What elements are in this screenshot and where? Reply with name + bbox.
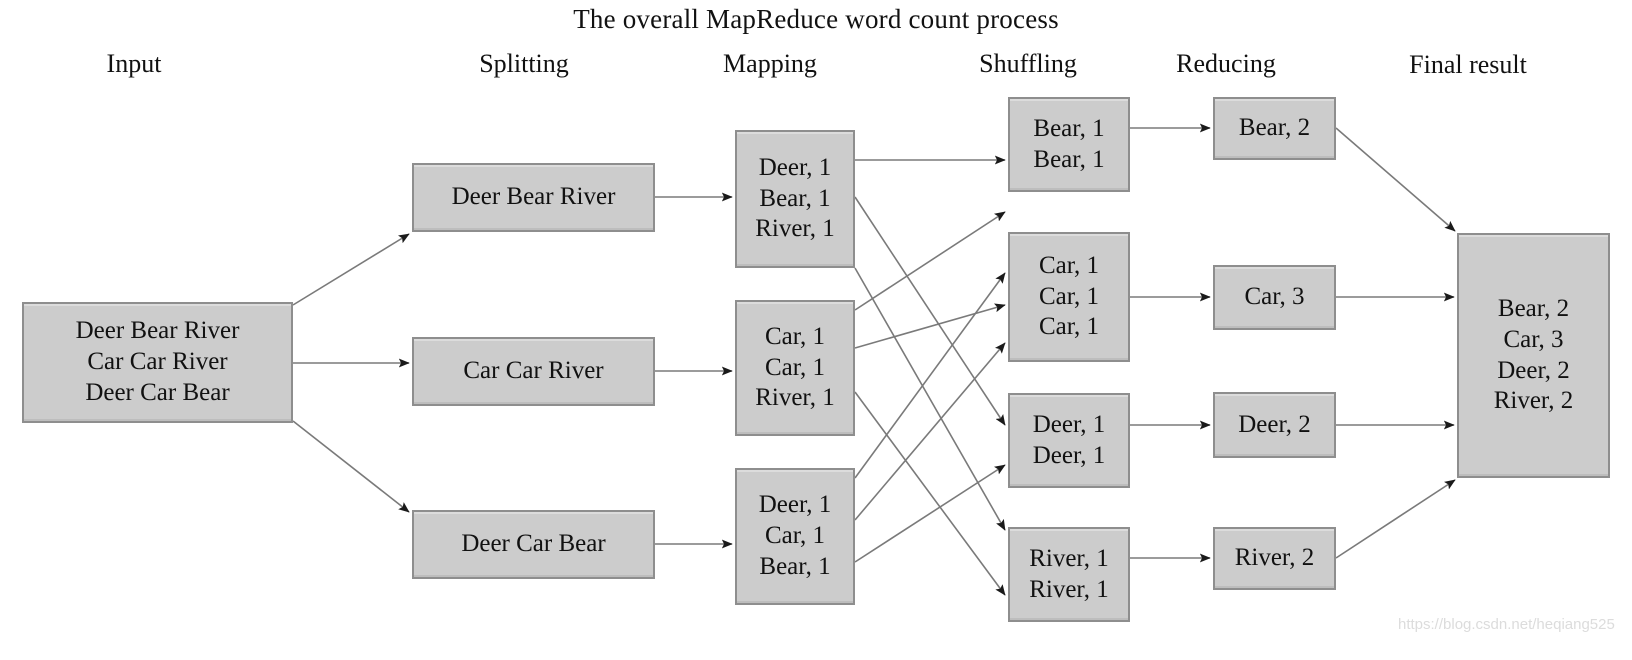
node-line: Car, 1: [1038, 251, 1100, 279]
node-line: Bear, 1: [759, 184, 831, 212]
node-line: Car, 1: [1038, 282, 1100, 310]
node-line: Car Car River: [463, 357, 604, 385]
arrow-map-1-river-to-shuffle-river: [854, 267, 1006, 531]
arrow-map-2-river-to-shuffle-river: [854, 391, 1006, 596]
node-line: Car, 1: [764, 353, 826, 381]
arrow-map-3-car-to-shuffle-car: [854, 342, 1006, 521]
node-line: Deer Bear River: [451, 183, 616, 211]
shuffling-box-1: Bear, 1 Bear, 1: [1008, 97, 1130, 192]
diagram-title: The overall MapReduce word count process: [573, 4, 1059, 34]
node-line: Deer, 1: [1032, 441, 1106, 469]
final-result-box: Bear, 2 Car, 3 Deer, 2 River, 2: [1457, 233, 1610, 478]
node-line: Bear, 1: [1033, 145, 1105, 173]
node-line: Bear, 1: [759, 552, 831, 580]
arrow-input-to-split-1: [292, 233, 410, 306]
node-line: River, 1: [1029, 544, 1109, 572]
arrow-map-2-car-b-to-shuffle-car: [854, 303, 1006, 349]
shuffling-box-2: Car, 1 Car, 1 Car, 1: [1008, 232, 1130, 362]
shuffling-box-4: River, 1 River, 1: [1008, 527, 1130, 622]
node-line: Bear, 1: [1033, 114, 1105, 142]
node-line: Bear, 2: [1497, 295, 1570, 322]
input-box: Deer Bear River Car Car River Deer Car Bea…: [22, 302, 293, 423]
node-line: Deer Bear River: [75, 317, 240, 345]
node-line: River, 2: [1493, 387, 1574, 415]
shuffling-box-3: Deer, 1 Deer, 1: [1008, 393, 1130, 488]
node-line: River, 2: [1234, 544, 1315, 572]
mapping-box-1: Deer, 1 Bear, 1 River, 1: [735, 130, 855, 268]
mapping-box-3: Deer, 1 Car, 1 Bear, 1: [735, 468, 855, 605]
arrow-map-2-car-a-to-shuffle-car: [854, 211, 1006, 311]
splitting-box-2: Car Car River: [412, 337, 655, 406]
node-line: Deer, 2: [1497, 356, 1570, 384]
arrow-reduce-4-to-final: [1335, 479, 1456, 559]
node-line: Deer, 1: [758, 153, 832, 181]
column-header-final-result: Final result: [1409, 50, 1527, 79]
splitting-box-1: Deer Bear River: [412, 163, 655, 232]
node-line: Deer, 1: [758, 491, 832, 519]
node-line: River, 1: [755, 384, 835, 412]
arrow-map-3-bear-to-shuffle-bear: [854, 464, 1006, 563]
node-line: Deer, 1: [1032, 410, 1106, 438]
arrow-reduce-1-to-final: [1335, 127, 1456, 232]
node-line: Car, 1: [1038, 313, 1100, 341]
watermark: https://blog.csdn.net/heqiang525: [1398, 616, 1615, 633]
reducing-box-4: River, 2: [1213, 527, 1336, 590]
reducing-box-2: Car, 3: [1213, 265, 1336, 330]
mapreduce-diagram: The overall MapReduce word count process…: [0, 0, 1632, 660]
node-line: River, 1: [755, 215, 835, 243]
arrow-input-to-split-3: [292, 420, 410, 513]
arrow-map-3-deer-to-shuffle-deer: [854, 272, 1006, 479]
mapping-box-2: Car, 1 Car, 1 River, 1: [735, 300, 855, 436]
node-line: Car, 1: [764, 522, 826, 550]
node-line: Deer Car Bear: [461, 530, 606, 558]
node-line: Deer, 2: [1238, 410, 1311, 438]
reducing-box-1: Bear, 2: [1213, 97, 1336, 160]
column-header-input: Input: [106, 49, 162, 78]
node-line: Car Car River: [87, 348, 228, 376]
splitting-box-3: Deer Car Bear: [412, 510, 655, 579]
reducing-box-3: Deer, 2: [1213, 392, 1336, 458]
node-line: Car, 3: [1503, 325, 1564, 353]
node-line: Car, 1: [764, 322, 826, 350]
node-line: Car, 3: [1244, 283, 1305, 311]
node-line: Deer Car Bear: [85, 378, 230, 406]
arrow-map-1-bear-to-shuffle-bear: [854, 196, 1006, 426]
node-line: River, 1: [1029, 575, 1109, 603]
node-line: Bear, 2: [1238, 114, 1311, 142]
